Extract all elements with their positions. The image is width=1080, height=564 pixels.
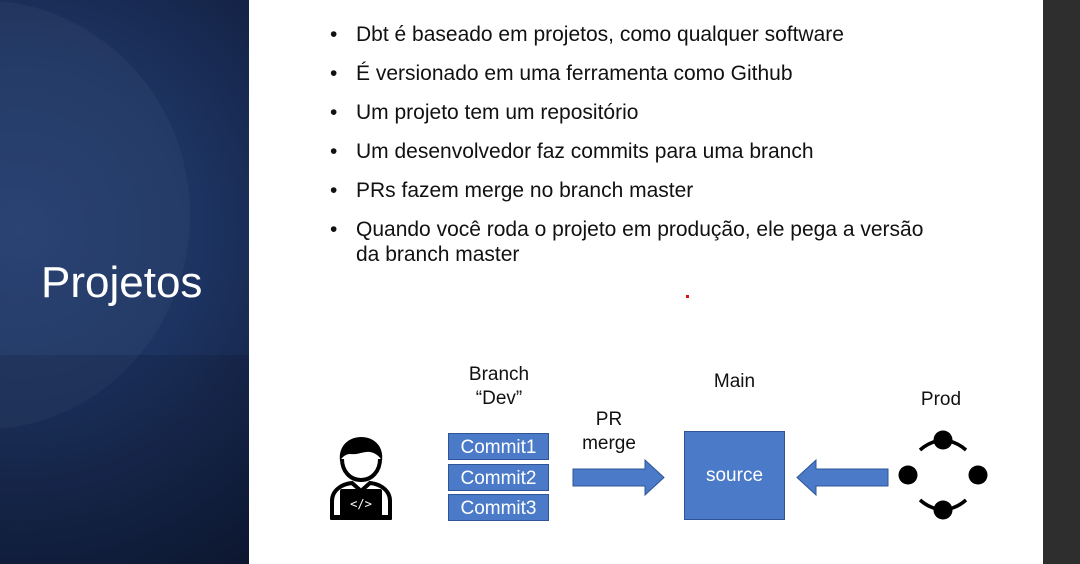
merge-arrow-icon: [572, 458, 665, 497]
svg-text:</>: </>: [350, 497, 372, 511]
deployment-cycle-icon: [898, 430, 988, 520]
bullet-item: PRs fazem merge no branch master: [328, 178, 928, 203]
branch-label: Branch “Dev”: [449, 363, 549, 411]
commit-box: Commit3: [448, 494, 549, 521]
main-label: Main: [713, 371, 756, 392]
source-box: source: [684, 431, 785, 520]
bullet-item: Quando você roda o projeto em produção, …: [328, 217, 928, 267]
pr-label-line1: PR: [595, 409, 623, 430]
source-label: source: [705, 464, 764, 486]
slide-title: Projetos: [41, 258, 203, 307]
commit-box: Commit2: [448, 464, 549, 491]
bullet-item: É versionado em uma ferramenta como Gith…: [328, 61, 928, 86]
prod-label: Prod: [920, 389, 962, 410]
window-edge: [1043, 0, 1080, 564]
pr-merge-label: PR merge: [570, 408, 648, 456]
pr-label-line2: merge: [582, 433, 636, 454]
bullet-item: Um desenvolvedor faz commits para uma br…: [328, 139, 928, 164]
bullet-item: Um projeto tem um repositório: [328, 100, 928, 125]
laser-pointer-dot: [686, 295, 689, 298]
bullet-list: Dbt é baseado em projetos, como qualquer…: [328, 22, 928, 281]
commit-box: Commit1: [448, 433, 549, 460]
background-band: [0, 355, 249, 564]
deploy-arrow-icon: [796, 458, 889, 497]
developer-laptop-icon: </>: [330, 437, 392, 520]
branch-label-line1: Branch: [468, 364, 530, 385]
bullet-item: Dbt é baseado em projetos, como qualquer…: [328, 22, 928, 47]
title-panel: Projetos: [0, 0, 249, 564]
branch-label-line2: “Dev”: [475, 388, 523, 409]
